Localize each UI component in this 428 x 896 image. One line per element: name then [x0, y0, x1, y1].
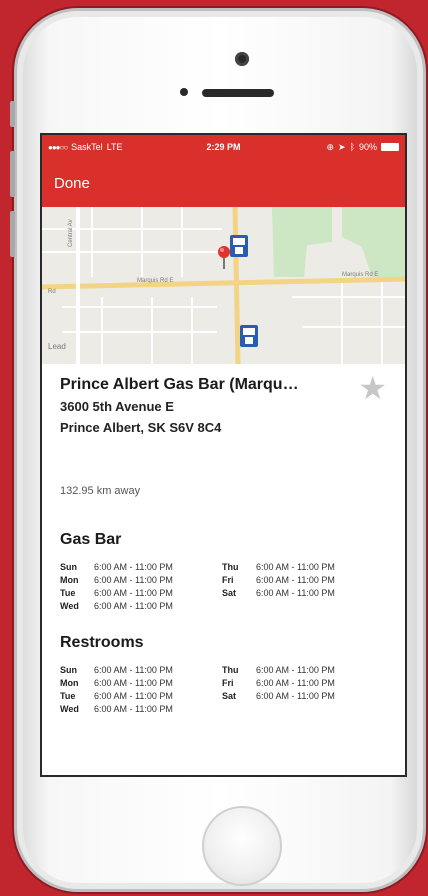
day-label: Sun [60, 561, 77, 572]
section-title-restrooms: Restrooms [60, 634, 144, 651]
road-label-central: Central Av [68, 219, 74, 247]
hours-value: 6:00 AM - 11:00 PM [256, 690, 335, 701]
front-camera [235, 52, 249, 66]
map-pin-icon[interactable] [218, 246, 230, 269]
day-label: Sat [222, 690, 237, 701]
hours-value: 6:00 AM - 11:00 PM [94, 703, 173, 714]
volume-up-button [10, 151, 15, 197]
section-title-gas-bar: Gas Bar [60, 531, 122, 548]
hours-row: Sat 6:00 AM - 11:00 PM [222, 586, 384, 599]
hours-row: Tue 6:00 AM - 11:00 PM [60, 586, 222, 599]
address-line-1: 3600 5th Avenue E [60, 399, 174, 414]
road-label-rd: Rd [48, 289, 56, 295]
hours-value: 6:00 AM - 11:00 PM [256, 677, 335, 688]
day-label: Thu [222, 561, 239, 572]
day-label: Mon [60, 677, 79, 688]
hours-value: 6:00 AM - 11:00 PM [256, 587, 335, 598]
day-label: Thu [222, 664, 239, 675]
done-button[interactable]: Done [54, 175, 90, 192]
status-bar: ●●●○○ SaskTel LTE 2:29 PM ⊕ ➤ ᛒ 90% [42, 135, 405, 159]
hours-restrooms: Sun 6:00 AM - 11:00 PM Mon 6:00 AM - 11:00… [60, 663, 387, 715]
phone-screen: ●●●○○ SaskTel LTE 2:29 PM ⊕ ➤ ᛒ 90% Done [40, 133, 407, 777]
hours-row: Mon 6:00 AM - 11:00 PM [60, 676, 222, 689]
hours-row: Fri 6:00 AM - 11:00 PM [222, 676, 384, 689]
road-label-marquis-east: Marquis Rd E [342, 272, 378, 278]
map-canvas: Marquis Rd E Marquis Rd E Central Av Rd … [42, 207, 405, 364]
mute-switch [10, 101, 15, 127]
day-label: Wed [60, 600, 79, 611]
hours-row: Fri 6:00 AM - 11:00 PM [222, 573, 384, 586]
hours-row: Thu 6:00 AM - 11:00 PM [222, 663, 384, 676]
hours-row: Sat 6:00 AM - 11:00 PM [222, 689, 384, 702]
hours-value: 6:00 AM - 11:00 PM [94, 600, 173, 611]
home-button[interactable] [202, 806, 282, 886]
hours-value: 6:00 AM - 11:00 PM [256, 561, 335, 572]
day-label: Wed [60, 703, 79, 714]
hours-value: 6:00 AM - 11:00 PM [256, 574, 335, 585]
station-name: Prince Albert Gas Bar (Marqu… [60, 376, 299, 393]
status-time: 2:29 PM [206, 142, 241, 152]
day-label: Fri [222, 677, 234, 688]
hours-value: 6:00 AM - 11:00 PM [94, 587, 173, 598]
hours-row: Sun 6:00 AM - 11:00 PM [60, 560, 222, 573]
hours-value: 6:00 AM - 11:00 PM [94, 690, 173, 701]
station-details: Prince Albert Gas Bar (Marqu… ★ 3600 5th… [42, 364, 405, 715]
hours-row: Wed 6:00 AM - 11:00 PM [60, 599, 222, 612]
hours-row: Sun 6:00 AM - 11:00 PM [60, 663, 222, 676]
hours-value: 6:00 AM - 11:00 PM [256, 664, 335, 675]
hours-row: Wed 6:00 AM - 11:00 PM [60, 702, 222, 715]
day-label: Tue [60, 587, 76, 598]
hours-gas-bar: Sun 6:00 AM - 11:00 PM Mon 6:00 AM - 11:00… [60, 560, 387, 612]
hours-column-left: Sun 6:00 AM - 11:00 PM Mon 6:00 AM - 11:00… [60, 663, 222, 715]
earpiece-speaker [202, 89, 274, 97]
hours-column-left: Sun 6:00 AM - 11:00 PM Mon 6:00 AM - 11:00… [60, 560, 222, 612]
star-icon[interactable]: ★ [358, 372, 387, 404]
proximity-sensor [180, 88, 188, 96]
address-line-2: Prince Albert, SK S6V 8C4 [60, 420, 222, 435]
gas-station-marker-icon[interactable] [240, 325, 258, 347]
hours-value: 6:00 AM - 11:00 PM [94, 677, 173, 688]
volume-down-button [10, 211, 15, 257]
hours-row: Thu 6:00 AM - 11:00 PM [222, 560, 384, 573]
gas-station-marker-icon[interactable] [230, 235, 248, 257]
hours-row: Tue 6:00 AM - 11:00 PM [60, 689, 222, 702]
nav-bar: Done [42, 159, 405, 207]
distance-label: 132.95 km away [60, 485, 141, 497]
day-label: Fri [222, 574, 234, 585]
hours-column-right: Thu 6:00 AM - 11:00 PM Fri 6:00 AM - 11:00… [222, 560, 384, 612]
road-label-lead: Lead [48, 342, 66, 351]
hours-row: Mon 6:00 AM - 11:00 PM [60, 573, 222, 586]
hours-value: 6:00 AM - 11:00 PM [94, 664, 173, 675]
day-label: Mon [60, 574, 79, 585]
hours-value: 6:00 AM - 11:00 PM [94, 561, 173, 572]
hours-column-right: Thu 6:00 AM - 11:00 PM Fri 6:00 AM - 11:00… [222, 663, 384, 715]
map-view[interactable]: Marquis Rd E Marquis Rd E Central Av Rd … [42, 207, 405, 364]
day-label: Sat [222, 587, 237, 598]
hours-value: 6:00 AM - 11:00 PM [94, 574, 173, 585]
day-label: Tue [60, 690, 76, 701]
day-label: Sun [60, 664, 77, 675]
road-label-marquis-west: Marquis Rd E [137, 278, 173, 284]
